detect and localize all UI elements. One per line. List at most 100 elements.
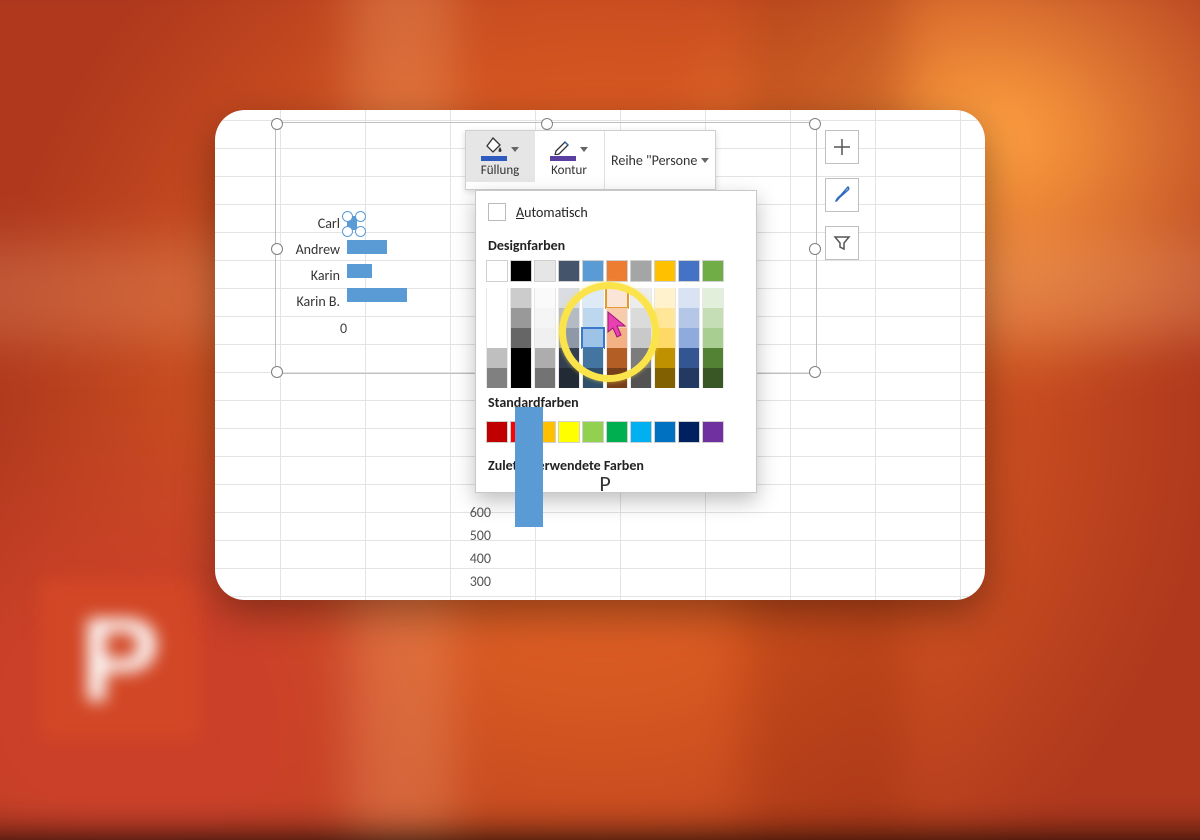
color-swatch[interactable] (582, 328, 604, 348)
color-swatch[interactable] (510, 348, 532, 368)
y-tick: 600 (455, 502, 491, 524)
color-swatch[interactable] (630, 421, 652, 443)
color-swatch[interactable] (558, 328, 580, 348)
color-swatch[interactable] (534, 348, 556, 368)
chart-styles-button[interactable] (825, 178, 859, 212)
series-handle[interactable] (342, 226, 353, 237)
chart-bars[interactable] (347, 216, 407, 302)
color-swatch[interactable] (534, 328, 556, 348)
fill-button[interactable]: Füllung (466, 131, 535, 182)
color-swatch[interactable] (702, 328, 724, 348)
color-swatch[interactable] (606, 328, 628, 348)
color-swatch[interactable] (606, 260, 628, 282)
color-swatch[interactable] (678, 288, 700, 308)
resize-handle[interactable] (541, 118, 553, 130)
color-swatch[interactable] (630, 288, 652, 308)
color-swatch[interactable] (486, 328, 508, 348)
color-swatch[interactable] (654, 288, 676, 308)
color-swatch[interactable] (558, 421, 580, 443)
outline-button[interactable]: Kontur (535, 131, 604, 182)
chevron-down-icon[interactable] (511, 147, 519, 152)
color-swatch[interactable] (486, 288, 508, 308)
color-swatch[interactable] (558, 348, 580, 368)
automatic-row[interactable]: Automatisch (486, 199, 746, 231)
color-swatch[interactable] (654, 260, 676, 282)
secondary-chart[interactable]: P 600 500 400 300 (405, 470, 805, 497)
color-swatch[interactable] (486, 421, 508, 443)
color-swatch[interactable] (510, 328, 532, 348)
series-handle[interactable] (355, 211, 366, 222)
color-swatch[interactable] (678, 368, 700, 388)
resize-handle[interactable] (271, 118, 283, 130)
color-swatch[interactable] (582, 308, 604, 328)
color-swatch[interactable] (654, 368, 676, 388)
color-swatch[interactable] (510, 368, 532, 388)
color-swatch[interactable] (702, 368, 724, 388)
series-handle[interactable] (342, 211, 353, 222)
chart-filter-button[interactable] (825, 226, 859, 260)
resize-handle[interactable] (809, 118, 821, 130)
paint-bucket-icon (484, 137, 504, 155)
color-swatch[interactable] (606, 288, 628, 308)
chart-bar[interactable] (347, 264, 372, 278)
chart-bar[interactable] (347, 240, 387, 254)
color-swatch[interactable] (606, 421, 628, 443)
color-swatch[interactable] (606, 348, 628, 368)
chevron-down-icon[interactable] (580, 147, 588, 152)
color-swatch[interactable] (558, 368, 580, 388)
color-swatch[interactable] (582, 368, 604, 388)
color-swatch[interactable] (486, 260, 508, 282)
color-swatch[interactable] (678, 260, 700, 282)
color-swatch[interactable] (510, 288, 532, 308)
mini-toolbar: Füllung Kontur Reihe "Persone (465, 130, 716, 190)
color-swatch[interactable] (702, 348, 724, 368)
color-swatch[interactable] (582, 288, 604, 308)
color-swatch[interactable] (582, 348, 604, 368)
color-swatch[interactable] (630, 348, 652, 368)
color-swatch[interactable] (558, 260, 580, 282)
resize-handle[interactable] (809, 366, 821, 378)
color-swatch[interactable] (486, 368, 508, 388)
color-swatch[interactable] (630, 308, 652, 328)
color-swatch[interactable] (486, 348, 508, 368)
color-swatch[interactable] (606, 368, 628, 388)
series-select[interactable]: Reihe "Persone (604, 131, 715, 189)
chart-bar[interactable] (347, 288, 407, 302)
color-swatch[interactable] (630, 260, 652, 282)
color-swatch[interactable] (486, 308, 508, 328)
color-swatch[interactable] (702, 308, 724, 328)
color-swatch[interactable] (654, 328, 676, 348)
chevron-down-icon (701, 158, 709, 163)
color-swatch[interactable] (702, 421, 724, 443)
color-swatch[interactable] (630, 328, 652, 348)
series-handle[interactable] (355, 226, 366, 237)
color-swatch[interactable] (702, 288, 724, 308)
resize-handle[interactable] (809, 243, 821, 255)
color-swatch[interactable] (558, 308, 580, 328)
color-swatch[interactable] (654, 308, 676, 328)
color-swatch[interactable] (702, 260, 724, 282)
color-swatch[interactable] (678, 421, 700, 443)
color-swatch[interactable] (534, 288, 556, 308)
color-swatch[interactable] (678, 308, 700, 328)
color-swatch[interactable] (606, 308, 628, 328)
color-swatch[interactable] (534, 260, 556, 282)
chart-category-label: Andrew (270, 241, 340, 259)
color-swatch[interactable] (582, 260, 604, 282)
color-swatch[interactable] (678, 328, 700, 348)
color-swatch[interactable] (510, 308, 532, 328)
chart-elements-button[interactable] (825, 130, 859, 164)
color-swatch[interactable] (654, 348, 676, 368)
color-swatch[interactable] (654, 421, 676, 443)
secondary-chart-column[interactable] (515, 407, 543, 527)
color-swatch[interactable] (630, 368, 652, 388)
color-swatch[interactable] (510, 260, 532, 282)
color-swatch[interactable] (582, 421, 604, 443)
color-swatch[interactable] (678, 348, 700, 368)
color-swatch[interactable] (534, 308, 556, 328)
chart-category-axis: Carl Andrew Karin Karin B. (270, 215, 340, 311)
color-swatch[interactable] (558, 288, 580, 308)
resize-handle[interactable] (271, 366, 283, 378)
color-swatch[interactable] (534, 368, 556, 388)
outline-button-label: Kontur (551, 163, 587, 178)
